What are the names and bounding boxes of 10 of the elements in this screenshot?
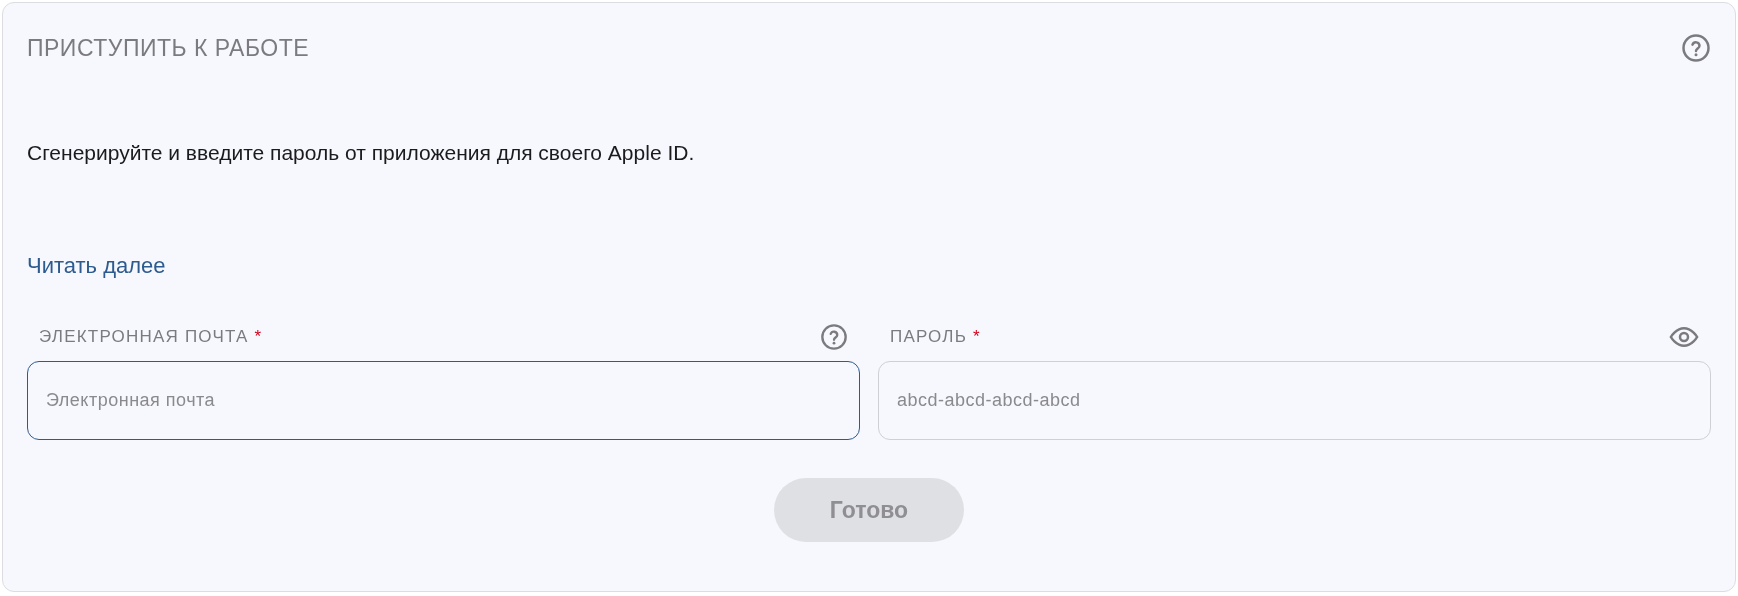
field-label: ПАРОЛЬ	[890, 327, 968, 346]
card-title: ПРИСТУПИТЬ К РАБОТЕ	[27, 34, 310, 62]
read-more-link[interactable]: Читать далее	[27, 253, 166, 279]
description-text: Сгенерируйте и введите пароль от приложения для своего Apple ID.	[27, 141, 696, 165]
input-field[interactable]: Электронная почта	[27, 361, 860, 440]
field-label: ЭЛЕКТРОННАЯ ПОЧТА	[39, 327, 249, 346]
help-icon[interactable]	[820, 323, 848, 351]
required-mark: *	[254, 327, 262, 346]
required-mark: *	[973, 327, 980, 346]
help-icon[interactable]	[1681, 33, 1711, 63]
